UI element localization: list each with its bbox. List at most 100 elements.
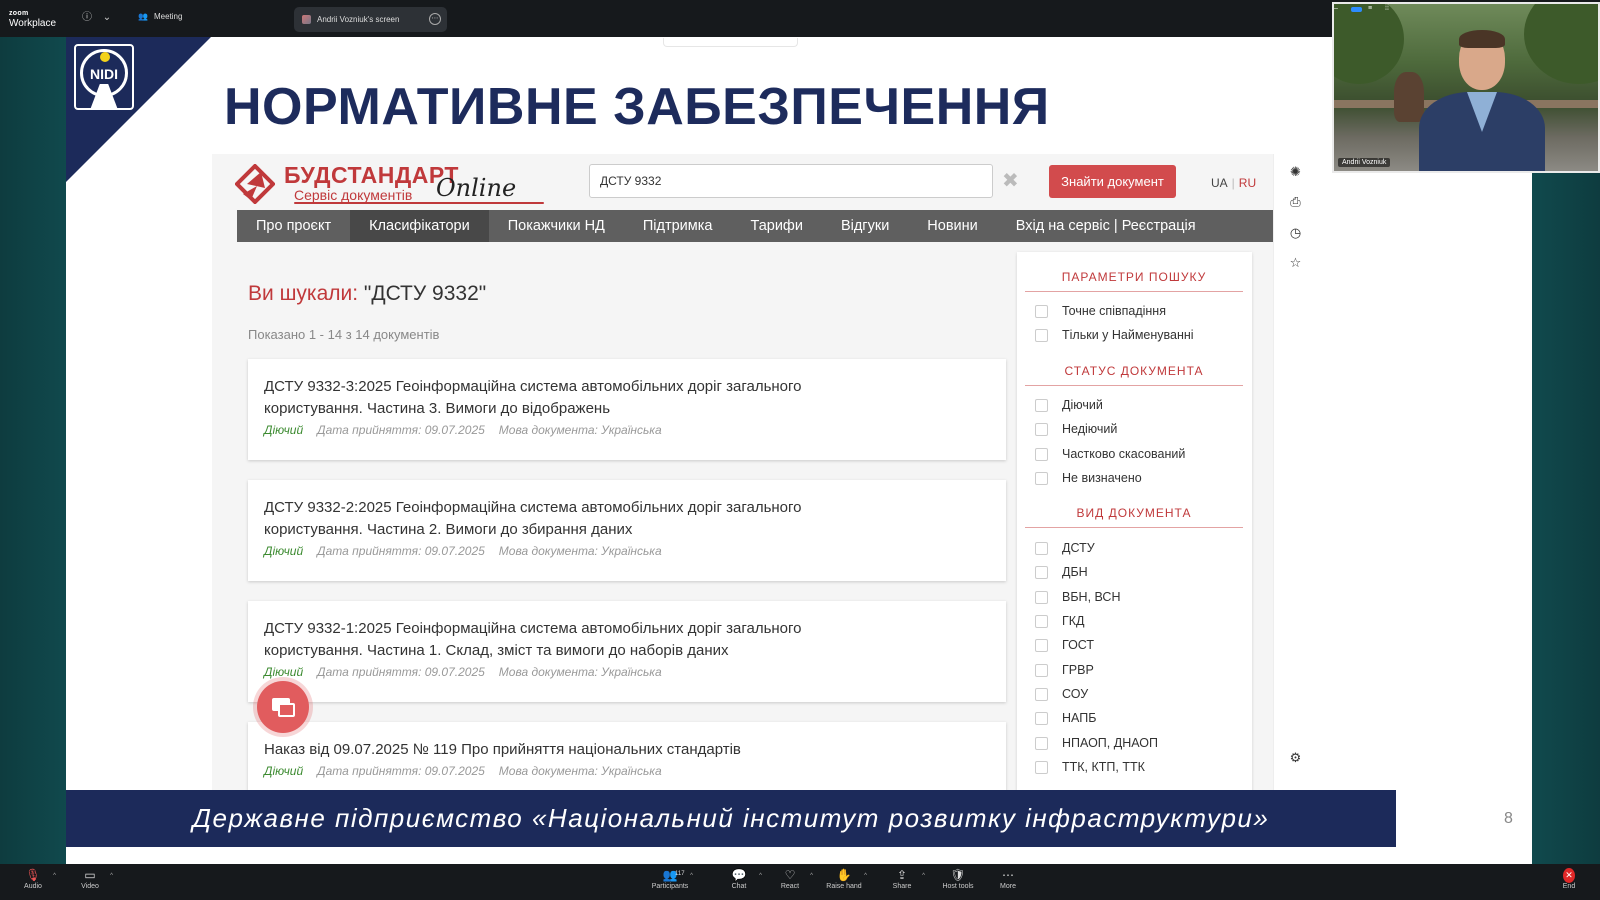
lang-ru-link[interactable]: RU — [1239, 176, 1256, 190]
zoom-bottom-toolbar: 🎙 Audio ^ ▭ Video ^ 👥 117 Participants ^ 💬 Chat ^… — [0, 864, 1600, 900]
participant-figure — [1419, 30, 1545, 171]
brand-online: Online — [436, 174, 517, 202]
checkbox[interactable] — [1035, 565, 1048, 579]
checkbox[interactable] — [1035, 663, 1048, 677]
speaker-view-icon[interactable] — [1351, 7, 1362, 12]
chevron-down-icon[interactable]: ⌄ — [100, 11, 114, 25]
filter-type[interactable]: ГКД — [1035, 614, 1085, 628]
filter-title-only[interactable]: Тільки у Найменуванні — [1035, 328, 1194, 342]
brand-name: БУДСТАНДАРТ — [284, 162, 459, 188]
participants-button[interactable]: 👥 117 Participants ^ — [645, 868, 695, 890]
view-options-icon[interactable]: ⋯ — [429, 13, 441, 25]
checkbox[interactable] — [1035, 638, 1048, 652]
result-meta: Діючий Дата прийняття: 09.07.2025 Мова док… — [264, 423, 662, 437]
info-icon[interactable]: ⓘ — [80, 11, 94, 25]
nav-item-about[interactable]: Про проєкт — [237, 210, 350, 242]
filter-type[interactable]: НПАОП, ДНАОП — [1035, 736, 1158, 750]
result-title[interactable]: ДСТУ 9332-2:2025 Геоінформаційна система… — [264, 497, 990, 541]
end-button[interactable]: ✕ End — [1544, 868, 1594, 890]
checkbox[interactable] — [1035, 541, 1048, 555]
checkbox[interactable] — [1035, 736, 1048, 750]
result-card[interactable]: ДСТУ 9332-1:2025 Геоінформаційна система… — [248, 601, 1006, 702]
list-view-icon[interactable]: ≡ — [1368, 5, 1379, 13]
chevron-up-icon: ^ — [810, 873, 813, 879]
openai-icon[interactable]: ✺ — [1287, 163, 1304, 180]
nav-item-reviews[interactable]: Відгуки — [822, 210, 908, 242]
filter-type[interactable]: ВБН, ВСН — [1035, 590, 1121, 604]
chat-button[interactable]: 💬 Chat ^ — [714, 868, 764, 890]
search-input[interactable]: ДСТУ 9332 — [589, 164, 993, 198]
filter-type[interactable]: ГОСТ — [1035, 638, 1094, 652]
nav-item-indexes[interactable]: Покажчики НД — [489, 210, 624, 242]
star-icon[interactable]: ☆ — [1287, 254, 1304, 271]
meeting-tab[interactable]: 👥 Meeting — [138, 12, 182, 21]
result-card[interactable]: ДСТУ 9332-2:2025 Геоінформаційна система… — [248, 480, 1006, 581]
filter-status-active[interactable]: Діючий — [1035, 398, 1103, 412]
nav-item-login-register[interactable]: Вхід на сервіс | Реєстрація — [997, 210, 1215, 242]
filter-status-partial[interactable]: Частково скасований — [1035, 447, 1185, 461]
video-button[interactable]: ▭ Video ^ — [65, 868, 115, 890]
filter-type[interactable]: ТТК, КТП, ТТК — [1035, 760, 1145, 774]
minimize-icon[interactable]: – — [1334, 5, 1345, 13]
slide-page-number: 8 — [1504, 810, 1513, 827]
filter-type[interactable]: ДСТУ — [1035, 541, 1095, 555]
chat-widget-button[interactable] — [257, 681, 309, 733]
result-meta: Діючий Дата прийняття: 09.07.2025 Мова док… — [264, 764, 662, 778]
participant-name-label: Andrii Vozniuk — [1338, 158, 1391, 167]
chevron-up-icon: ^ — [759, 873, 762, 879]
host-tools-button[interactable]: 🛡 Host tools — [933, 868, 983, 890]
slide-footer: Державне підприємство «Національний інст… — [66, 790, 1396, 847]
gear-icon[interactable]: ⚙ — [1287, 749, 1304, 766]
checkbox[interactable] — [1035, 590, 1048, 604]
checkbox[interactable] — [1035, 398, 1048, 412]
microphone-muted-icon: 🎙 — [25, 868, 41, 882]
screen-share-tab[interactable]: Andrii Vozniuk's screen ⋯ — [294, 7, 447, 32]
more-button[interactable]: ⋯ More — [983, 868, 1033, 890]
filter-status-inactive[interactable]: Недіючий — [1035, 422, 1117, 436]
zoom-logo: zoom Workplace — [9, 10, 57, 29]
brand-subtitle: Сервіс документів — [294, 187, 413, 203]
nav-item-classifiers[interactable]: Класифікатори — [350, 210, 489, 242]
filter-status-undefined[interactable]: Не визначено — [1035, 471, 1142, 485]
audio-button[interactable]: 🎙 Audio ^ — [8, 868, 58, 890]
checkbox[interactable] — [1035, 687, 1048, 701]
checkbox[interactable] — [1035, 471, 1048, 485]
presentation-slide: NIDI НОРМАТИВНЕ ЗАБЕЗПЕЧЕННЯ БУДСТАНДАРТ… — [66, 37, 1532, 864]
result-meta: Діючий Дата прийняття: 09.07.2025 Мова док… — [264, 544, 662, 558]
history-icon[interactable]: ◷ — [1287, 224, 1304, 241]
result-card[interactable]: ДСТУ 9332-3:2025 Геоінформаційна система… — [248, 359, 1006, 460]
find-document-button[interactable]: Знайти документ — [1049, 165, 1176, 198]
filter-exact-match[interactable]: Точне співпадіння — [1035, 304, 1166, 318]
result-title[interactable]: ДСТУ 9332-1:2025 Геоінформаційна система… — [264, 618, 990, 662]
checkbox[interactable] — [1035, 614, 1048, 628]
grid-view-icon[interactable]: ⁞⁞ — [1385, 5, 1396, 13]
checkbox[interactable] — [1035, 304, 1048, 318]
checkbox[interactable] — [1035, 328, 1048, 342]
checkbox[interactable] — [1035, 422, 1048, 436]
lang-ua-link[interactable]: UA — [1211, 176, 1228, 190]
result-title[interactable]: Наказ від 09.07.2025 № 119 Про прийняття… — [264, 739, 990, 761]
clear-search-icon[interactable]: ✖ — [1002, 168, 1019, 193]
filter-type[interactable]: НАПБ — [1035, 711, 1096, 725]
nav-item-support[interactable]: Підтримка — [624, 210, 732, 242]
result-card[interactable]: Наказ від 09.07.2025 № 119 Про прийняття… — [248, 722, 1006, 792]
bear-figure — [1394, 72, 1424, 122]
chevron-up-icon: ^ — [110, 873, 113, 879]
filter-type[interactable]: СОУ — [1035, 687, 1088, 701]
checkbox[interactable] — [1035, 760, 1048, 774]
slide-title: НОРМАТИВНЕ ЗАБЕЗПЕЧЕННЯ — [224, 78, 1050, 136]
result-title[interactable]: ДСТУ 9332-3:2025 Геоінформаційна система… — [264, 376, 990, 420]
share-button[interactable]: ⇪ Share ^ — [877, 868, 927, 890]
checkbox[interactable] — [1035, 447, 1048, 461]
filter-type[interactable]: ДБН — [1035, 565, 1088, 579]
raise-hand-button[interactable]: ✋ Raise hand ^ — [819, 868, 869, 890]
filter-type[interactable]: ГРВР — [1035, 663, 1094, 677]
nav-item-news[interactable]: Новини — [908, 210, 996, 242]
checkbox[interactable] — [1035, 711, 1048, 725]
nav-item-tariffs[interactable]: Тарифи — [731, 210, 821, 242]
save-page-icon[interactable]: ⎙ — [1287, 193, 1304, 210]
nidi-logo: NIDI — [74, 44, 134, 110]
react-button[interactable]: ♡ React ^ — [765, 868, 815, 890]
participant-video[interactable]: Andrii Vozniuk — [1332, 2, 1600, 173]
budstandart-website: БУДСТАНДАРТ Сервіс документів Online ДСТ… — [212, 154, 1285, 792]
